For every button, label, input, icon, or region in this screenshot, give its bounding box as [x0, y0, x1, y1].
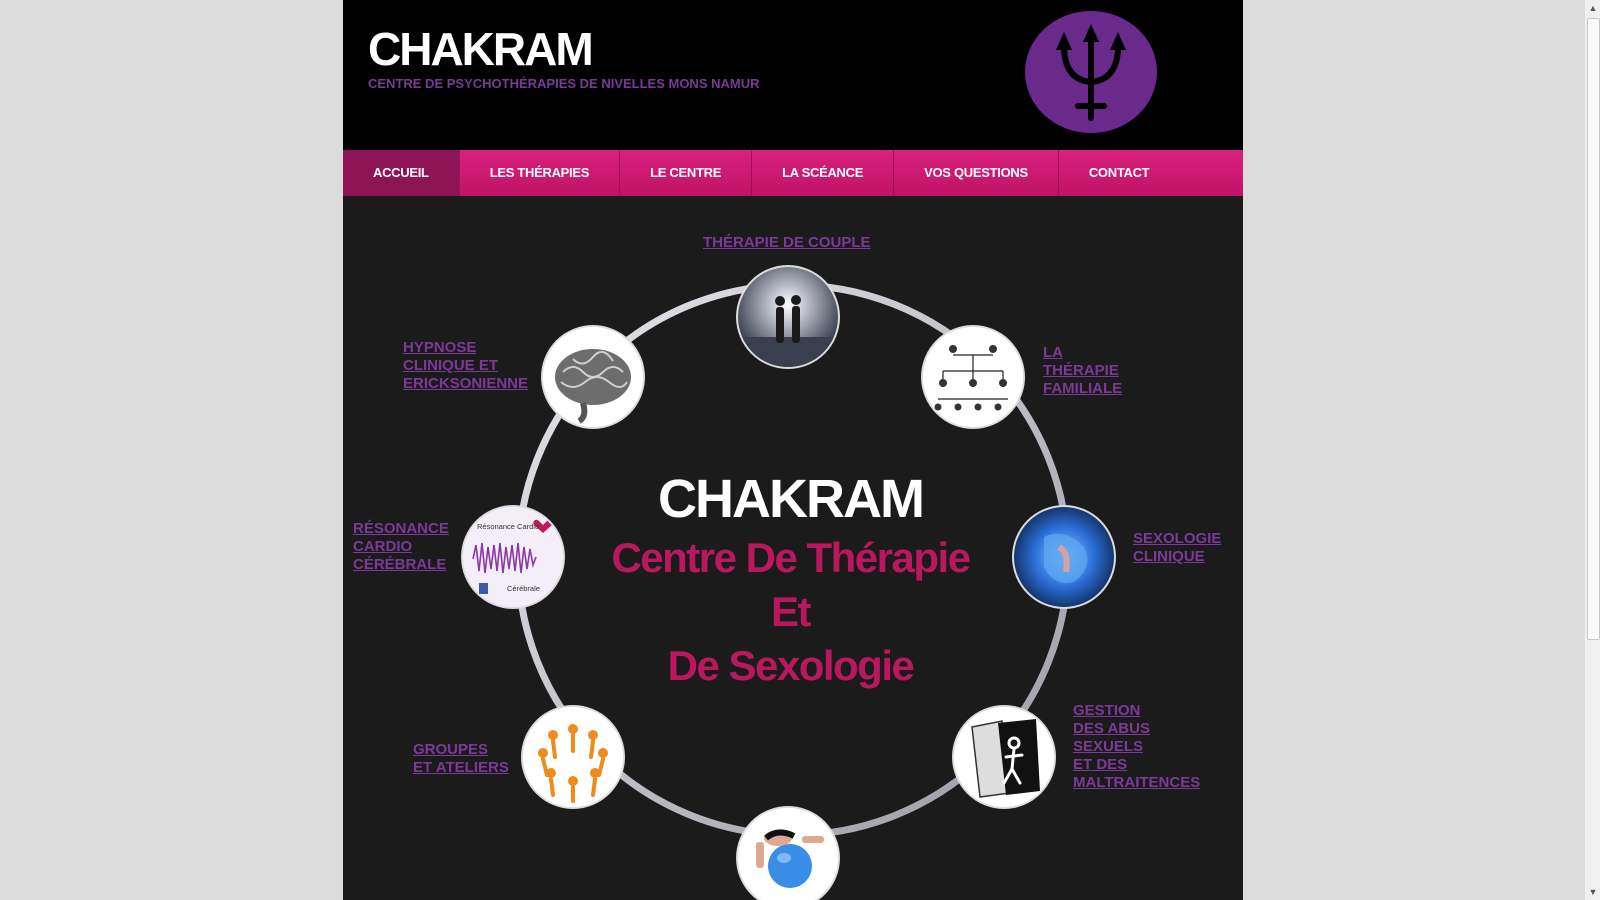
sexologie-line2: CLINIQUE [1133, 548, 1205, 565]
brain-icon [543, 327, 643, 427]
center-line3: De Sexologie [667, 642, 915, 689]
link-therapie-familiale[interactable]: LA THÉRAPIE FAMILIALE [1043, 344, 1122, 398]
circle-abus[interactable] [954, 707, 1054, 807]
resonance-line2: CARDIO [353, 538, 413, 555]
abus-line4: ET DES [1073, 756, 1128, 773]
abus-line1: GESTION [1073, 702, 1141, 719]
scroll-up-arrow-icon[interactable]: ▲ [1585, 0, 1600, 16]
nav-contact[interactable]: CONTACT [1059, 150, 1179, 196]
psi-logo-icon[interactable] [1024, 10, 1158, 134]
hypnose-line2: CLINIQUE ET [403, 357, 499, 374]
abus-line2: DES ABUS [1073, 720, 1150, 737]
center-title: CHAKRAM [658, 469, 925, 529]
nav-seance[interactable]: LA SCÉANCE [752, 150, 895, 196]
circle-groupes[interactable] [523, 707, 623, 807]
circle-sexologie[interactable] [1014, 507, 1114, 607]
resonance-line3: CÉRÉBRALE [353, 556, 447, 573]
resonance-line1: RÉSONANCE [353, 520, 449, 537]
center-line2: Et [771, 588, 812, 635]
link-abus[interactable]: GESTION DES ABUS SEXUELS ET DES MALTRAIT… [1073, 702, 1200, 792]
link-therapie-couple-text: THÉRAPIE DE COUPLE [703, 234, 871, 251]
familiale-line3: FAMILIALE [1043, 380, 1123, 397]
circle-familiale[interactable] [923, 327, 1023, 427]
link-groupes[interactable]: GROUPES ET ATELIERS [413, 741, 509, 777]
groupes-line2: ET ATELIERS [413, 759, 509, 776]
site-subtitle: CENTRE DE PSYCHOTHÉRAPIES DE NIVELLES MO… [368, 76, 760, 91]
link-hypnose[interactable]: HYPNOSE CLINIQUE ET ERICKSONIENNE [403, 339, 528, 393]
abuse-image-icon [954, 707, 1054, 807]
sexologie-line1: SEXOLOGIE [1133, 530, 1222, 547]
site-header: CHAKRAM CENTRE DE PSYCHOTHÉRAPIES DE NIV… [343, 0, 1243, 150]
familiale-line1: LA [1043, 344, 1063, 361]
site-title[interactable]: CHAKRAM [368, 22, 594, 76]
hypnose-line3: ERICKSONIENNE [403, 375, 529, 392]
group-circle-icon [523, 707, 623, 807]
link-resonance[interactable]: RÉSONANCE CARDIO CÉRÉBRALE [353, 520, 449, 574]
familiale-line2: THÉRAPIE [1043, 362, 1119, 379]
nav-therapies[interactable]: LES THÉRAPIES [460, 150, 621, 196]
resonance-image-top-text: Résonance Cardio [477, 522, 539, 531]
hypnose-line1: HYPNOSE [403, 339, 477, 356]
nav-accueil[interactable]: ACCUEIL [343, 150, 460, 196]
abus-line3: SEXUELS [1073, 738, 1144, 755]
link-sexologie[interactable]: SEXOLOGIE CLINIQUE [1133, 530, 1221, 566]
circle-resonance[interactable]: Résonance Cardio Cérébrale [463, 507, 563, 607]
therapy-wheel: THÉRAPIE DE COUPLE HYPNOSE CLINIQUE ET E… [343, 196, 1243, 900]
scroll-down-arrow-icon[interactable]: ▼ [1585, 884, 1600, 900]
resonance-image-bottom-text: Cérébrale [507, 584, 540, 593]
vertical-scrollbar[interactable]: ▲ ▼ [1584, 0, 1600, 900]
nav-questions[interactable]: VOS QUESTIONS [894, 150, 1059, 196]
abus-line5: MALTRAITENCES [1073, 774, 1201, 791]
heartbeat-wave-icon: Résonance Cardio Cérébrale [463, 507, 563, 607]
family-tree-icon [923, 327, 1023, 427]
scroll-thumb[interactable] [1587, 18, 1600, 640]
link-therapie-couple[interactable]: THÉRAPIE DE COUPLE [703, 234, 871, 252]
groupes-line1: GROUPES [413, 741, 489, 758]
nav-centre[interactable]: LE CENTRE [620, 150, 753, 196]
page-container: CHAKRAM CENTRE DE PSYCHOTHÉRAPIES DE NIV… [343, 0, 1243, 900]
center-line1: Centre De Thérapie [611, 534, 971, 581]
circle-hypnose[interactable] [543, 327, 643, 427]
sexology-image-icon [1014, 507, 1114, 607]
circle-couple[interactable] [738, 267, 838, 367]
circle-bottom[interactable] [738, 808, 838, 900]
fitness-ball-icon [738, 808, 838, 900]
main-navigation: ACCUEIL LES THÉRAPIES LE CENTRE LA SCÉAN… [343, 150, 1243, 196]
center-subtitle: Centre De Thérapie Et De Sexologie [573, 531, 1008, 693]
couple-image-icon [738, 267, 838, 367]
